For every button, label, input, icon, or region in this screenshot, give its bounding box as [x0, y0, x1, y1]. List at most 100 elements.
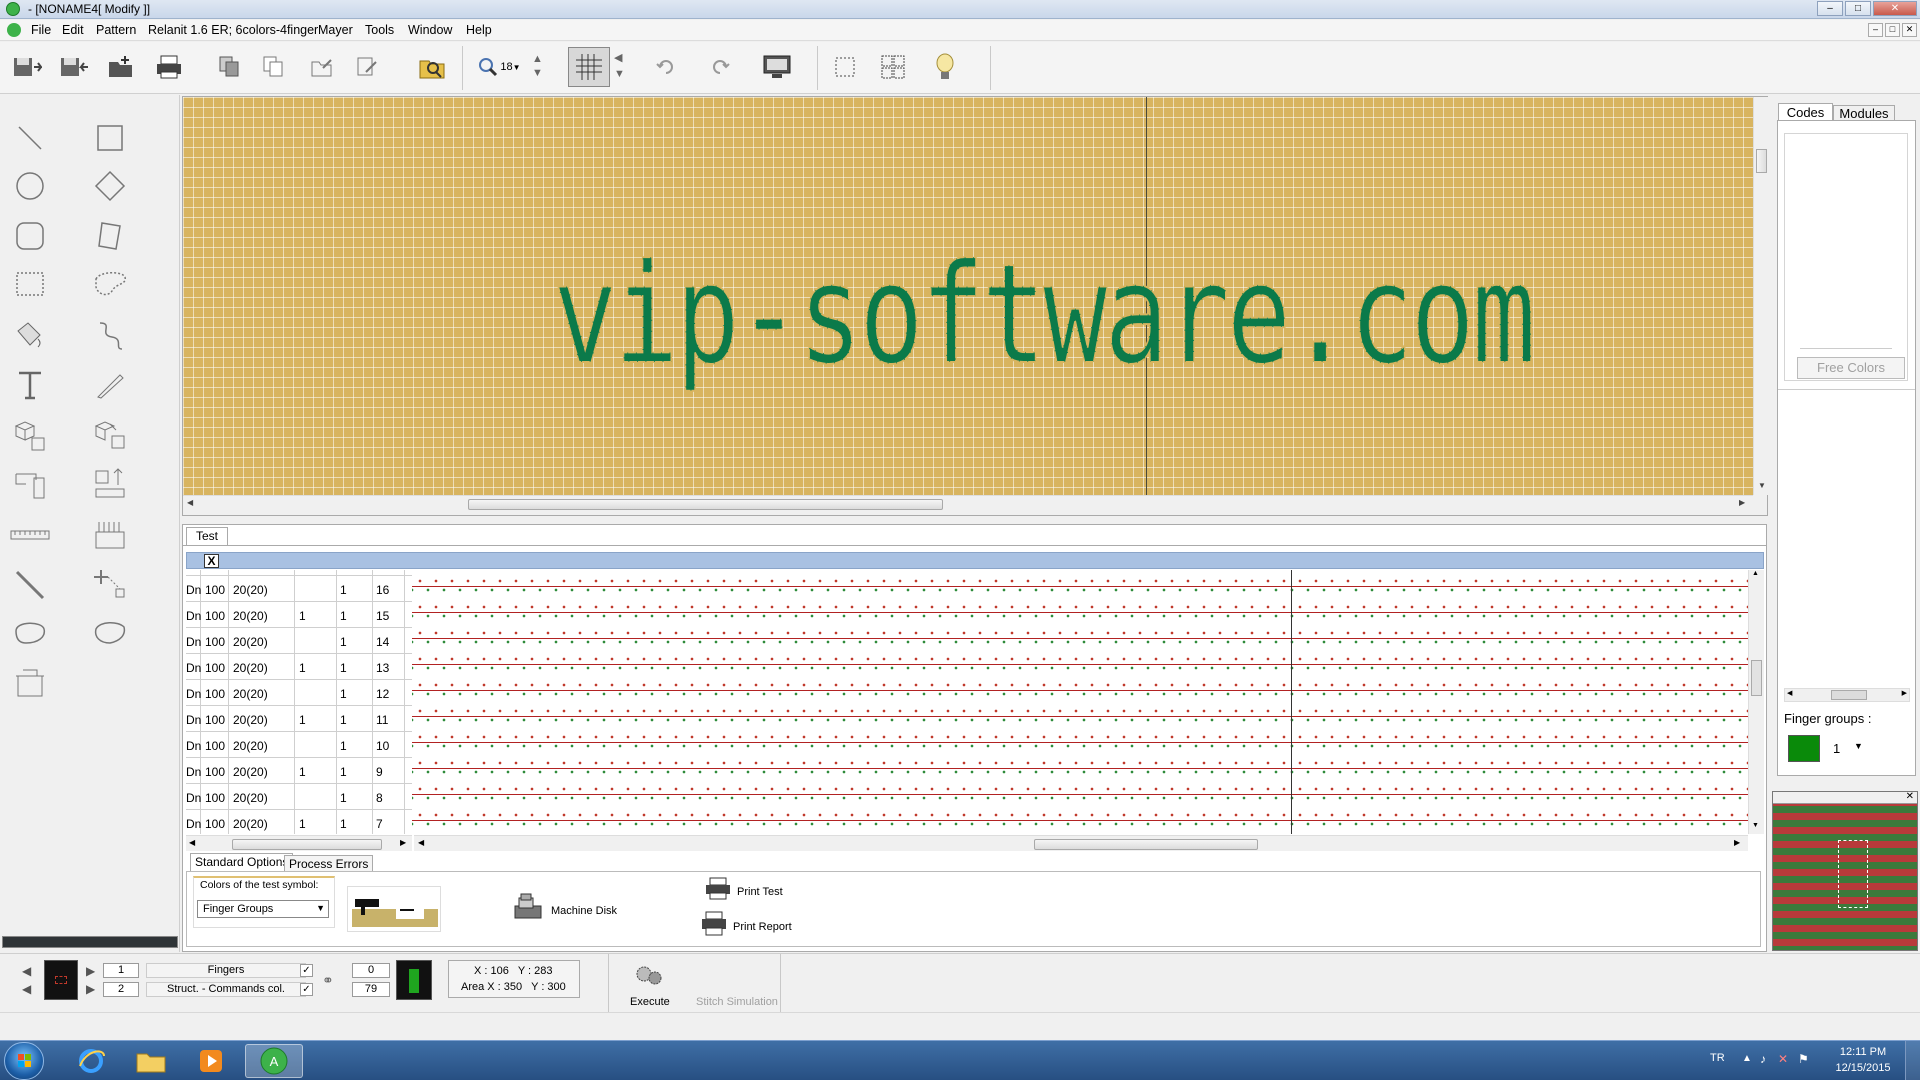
- table-horizontal-scrollbar[interactable]: ◀ ▶: [186, 835, 412, 851]
- show-hidden-icons-icon[interactable]: ▲: [1742, 1053, 1752, 1064]
- offset-tool-icon[interactable]: [88, 565, 132, 605]
- fingers-checkbox[interactable]: ✓: [300, 964, 313, 977]
- table-row[interactable]: Dn 100 20(20) 1 8: [186, 784, 412, 810]
- diamond-tool-icon[interactable]: [88, 166, 132, 206]
- field-1[interactable]: 1: [103, 963, 139, 978]
- minimize-button[interactable]: –: [1817, 1, 1843, 16]
- fill-bucket-tool-icon[interactable]: [8, 315, 52, 355]
- execute-label[interactable]: Execute: [630, 996, 670, 1008]
- mdi-restore-button[interactable]: □: [1885, 23, 1900, 37]
- rect-selection-tool-icon[interactable]: [8, 265, 52, 305]
- mdi-close-button[interactable]: ✕: [1902, 23, 1917, 37]
- internet-explorer-icon[interactable]: [64, 1044, 118, 1078]
- table-row[interactable]: Dn 100 20(20) 1 16: [186, 576, 412, 602]
- export-icon[interactable]: [305, 50, 339, 84]
- finger-group-dropdown-icon[interactable]: ▼: [1854, 741, 1863, 751]
- module-replace-tool-icon[interactable]: [88, 415, 132, 455]
- sim-scroll-up-icon[interactable]: ▲: [1752, 570, 1759, 577]
- grid-toggle-icon[interactable]: [568, 47, 610, 87]
- print-report-label[interactable]: Print Report: [733, 921, 792, 933]
- field-2[interactable]: 2: [103, 982, 139, 997]
- table-row[interactable]: Dn 100 20(20) 1 12: [186, 680, 412, 706]
- table-row[interactable]: Dn 100 20(20) 1 1 11: [186, 706, 412, 732]
- pattern-grid[interactable]: vip-software.com: [183, 97, 1753, 495]
- save-icon[interactable]: [10, 50, 44, 84]
- sim-scroll-left-icon[interactable]: ◀: [418, 838, 424, 847]
- struct-checkbox[interactable]: ✓: [300, 983, 313, 996]
- stitch-simulation-label[interactable]: Stitch Simulation: [696, 996, 778, 1008]
- move-module-tool-icon[interactable]: [88, 465, 132, 505]
- next-arrow-icon-2[interactable]: ▶: [86, 982, 95, 996]
- circle-tool-icon[interactable]: [8, 166, 52, 206]
- close-button[interactable]: ✕: [1873, 1, 1917, 16]
- canvas-horizontal-scrollbar[interactable]: ◀ ▶: [183, 495, 1753, 511]
- menu-window[interactable]: Window: [408, 23, 452, 37]
- finger-group-color-swatch[interactable]: [1788, 735, 1820, 762]
- prev-arrow-icon[interactable]: ◀: [22, 964, 31, 978]
- machine-disk-label[interactable]: Machine Disk: [551, 905, 617, 917]
- zoom-icon[interactable]: 18 ▼: [475, 50, 523, 84]
- open-folder-icon[interactable]: [105, 50, 139, 84]
- sim-scroll-right-icon[interactable]: ▶: [1734, 838, 1740, 847]
- grid-arrows[interactable]: ◀ ▼: [614, 50, 625, 82]
- menu-edit[interactable]: Edit: [62, 23, 84, 37]
- print-icon[interactable]: [152, 50, 186, 84]
- canvas-vertical-thumb[interactable]: [1756, 149, 1767, 173]
- repeat-grid-icon[interactable]: [876, 50, 910, 84]
- simulation-vertical-scrollbar[interactable]: ▲ ▼: [1748, 570, 1764, 834]
- table-row[interactable]: Dn 100 20(20) 1 10: [186, 732, 412, 758]
- scroll-left-arrow-icon[interactable]: ◀: [187, 498, 193, 507]
- polygon-tool-icon[interactable]: [88, 216, 132, 256]
- pattern-mini-preview[interactable]: ✕: [1772, 791, 1918, 951]
- save-as-icon[interactable]: [57, 50, 91, 84]
- colors-of-test-symbol-select[interactable]: Finger Groups ▼: [197, 900, 329, 918]
- sim-scroll-down-icon[interactable]: ▼: [1752, 822, 1759, 829]
- network-icon[interactable]: ✕: [1778, 1052, 1788, 1066]
- tab-standard-options[interactable]: Standard Options: [190, 853, 294, 871]
- canvas-horizontal-thumb[interactable]: [468, 499, 943, 510]
- mdi-minimize-button[interactable]: –: [1868, 23, 1883, 37]
- copy-icon[interactable]: [213, 50, 247, 84]
- menu-pattern[interactable]: Pattern: [96, 23, 136, 37]
- codes-list[interactable]: [1784, 133, 1908, 381]
- preview-icon[interactable]: [415, 50, 449, 84]
- app-taskbar-button[interactable]: A: [245, 1044, 303, 1078]
- menu-relanit[interactable]: Relanit 1.6 ER; 6colors-4finger: [148, 23, 318, 37]
- monitor-icon[interactable]: [760, 50, 794, 84]
- ruler-tool-icon[interactable]: [8, 515, 52, 555]
- table-row[interactable]: Dn 100 20(20) 1 1 13: [186, 654, 412, 680]
- lightbulb-icon[interactable]: [928, 50, 962, 84]
- simulation-horizontal-scrollbar[interactable]: ◀ ▶: [414, 835, 1748, 851]
- zoom-dropdown-icon[interactable]: ▼: [513, 63, 521, 72]
- menu-mayer[interactable]: Mayer: [318, 23, 353, 37]
- module-tool-icon[interactable]: [8, 415, 52, 455]
- pen-tool-icon[interactable]: [88, 365, 132, 405]
- count-top-field[interactable]: 0: [352, 963, 390, 978]
- print-test-icon[interactable]: [703, 876, 733, 902]
- count-bottom-field[interactable]: 79: [352, 982, 390, 997]
- simulation-vertical-thumb[interactable]: [1751, 660, 1762, 696]
- show-desktop-button[interactable]: [1905, 1041, 1920, 1080]
- rounded-rectangle-tool-icon[interactable]: [8, 216, 52, 256]
- tab-test[interactable]: Test: [186, 527, 228, 545]
- undo-icon[interactable]: [650, 50, 684, 84]
- mini-preview-viewport[interactable]: [1838, 840, 1868, 908]
- language-indicator[interactable]: TR: [1710, 1052, 1725, 1064]
- maximize-button[interactable]: □: [1845, 1, 1871, 16]
- free-colors-button[interactable]: Free Colors: [1797, 357, 1905, 379]
- prev-arrow-icon-2[interactable]: ◀: [22, 982, 31, 996]
- comb-tool-icon[interactable]: [88, 515, 132, 555]
- clock-date[interactable]: 12/15/2015: [1832, 1062, 1894, 1074]
- redo-icon[interactable]: [702, 50, 736, 84]
- test-close-button[interactable]: X: [204, 554, 219, 568]
- stitch-table[interactable]: Dn 100 20(20) 1 16 Dn 100 20(20) 1 1 15 Dn 100 20(2…: [186, 570, 412, 834]
- scroll-right-arrow-icon[interactable]: ▶: [1739, 498, 1745, 507]
- lasso-tool-icon[interactable]: [88, 265, 132, 305]
- needle-tool-icon[interactable]: [8, 565, 52, 605]
- line-tool-icon[interactable]: [8, 118, 52, 158]
- blob-shape-tool-icon[interactable]: [88, 613, 132, 653]
- paste-icon[interactable]: [257, 50, 291, 84]
- zoom-stepper[interactable]: ▲ ▼: [532, 52, 543, 80]
- print-report-icon[interactable]: [699, 910, 729, 938]
- table-scroll-left-icon[interactable]: ◀: [189, 838, 195, 847]
